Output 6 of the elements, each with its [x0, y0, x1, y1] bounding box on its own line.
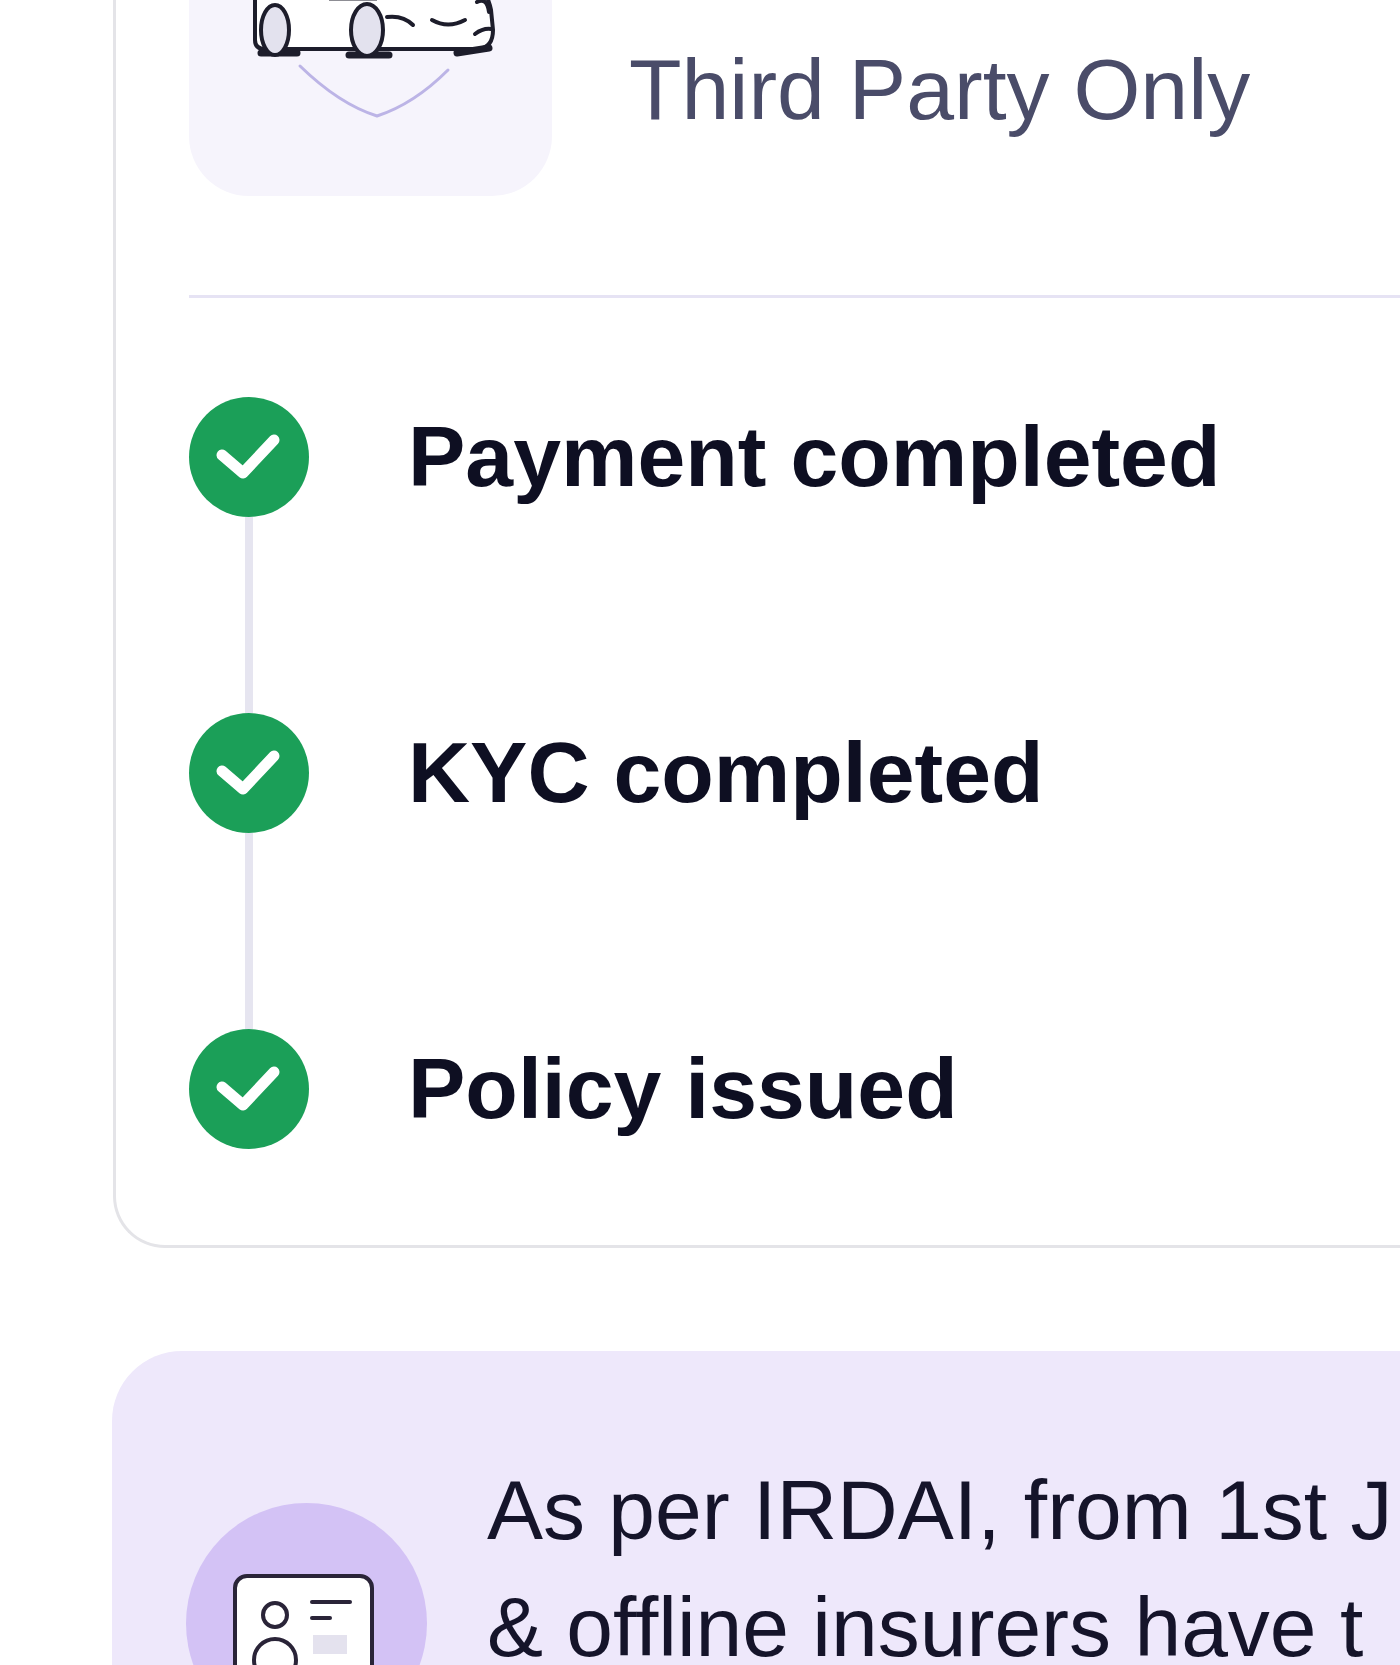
step-label: Policy issued [408, 1039, 958, 1139]
step-label: KYC completed [408, 723, 1044, 823]
step-label: Payment completed [408, 407, 1221, 507]
plan-name: Third Party Only [629, 40, 1251, 139]
notice-text: As per IRDAI, from 1st J & offline insurers have t [487, 1462, 1393, 1665]
id-card-icon [186, 1503, 427, 1665]
